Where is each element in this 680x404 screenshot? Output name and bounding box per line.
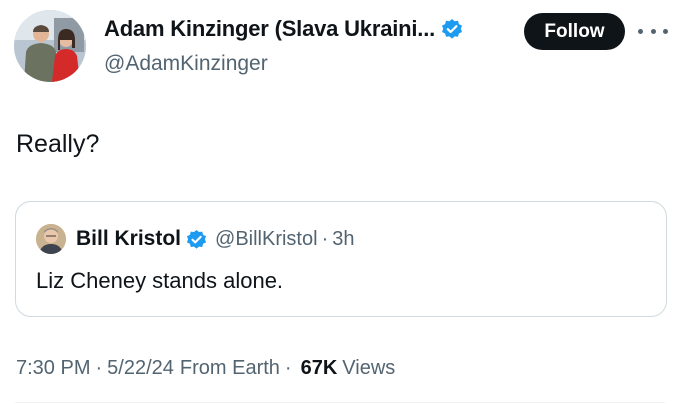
author-handle[interactable]: @AdamKinzinger [104,52,268,76]
tweet-source: From Earth [179,357,280,379]
more-icon[interactable] [638,24,668,38]
tweet-date[interactable]: 5/22/24 [107,357,174,380]
author-avatar[interactable] [14,10,86,82]
quote-separator: · [321,227,329,250]
tweet-time[interactable]: 7:30 PM [16,357,90,380]
more-dot [663,28,668,34]
quote-author-avatar[interactable] [36,224,66,254]
meta-separator: · [95,357,103,379]
tweet-text: Really? [16,130,100,158]
quote-text: Liz Cheney stands alone. [36,268,284,293]
quoted-tweet-card[interactable]: Bill Kristol @BillKristol · 3h Liz Chene… [15,201,667,317]
views-count[interactable]: 67K [301,357,338,380]
quote-author-handle[interactable]: @BillKristol [215,228,318,251]
verified-badge-icon[interactable] [186,229,207,250]
more-dot [650,28,656,34]
author-name-row: Adam Kinzinger (Slava Ukraini... [104,16,463,42]
author-display-name[interactable]: Adam Kinzinger (Slava Ukraini... [104,16,435,42]
quote-author-name[interactable]: Bill Kristol [76,227,181,251]
more-dot [638,28,643,34]
quote-timestamp[interactable]: 3h [332,228,354,251]
quote-header: Bill Kristol @BillKristol · 3h [76,224,354,254]
views-label: Views [342,357,396,379]
follow-button[interactable]: Follow [524,13,625,50]
meta-separator: · [284,357,292,379]
tweet-meta: 7:30 PM · 5/22/24 From Earth · 67K Views [16,357,395,380]
verified-badge-icon[interactable] [441,18,463,40]
divider [15,402,665,403]
